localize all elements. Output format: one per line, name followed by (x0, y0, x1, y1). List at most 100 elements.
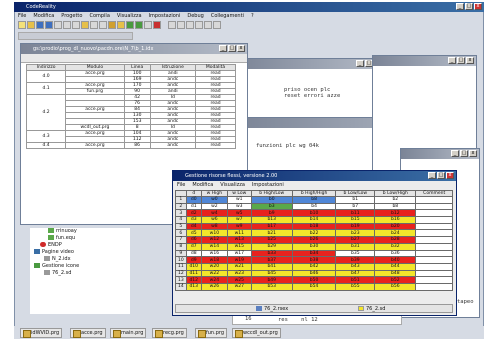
watch-icon[interactable] (195, 21, 203, 29)
grid-cell[interactable]: w25 (226, 276, 252, 284)
grid-row[interactable]: 6 d5 w10 w11 b21 b22 b23 b24 (175, 229, 453, 238)
grid-cell[interactable]: b27 (335, 236, 376, 244)
build-icon[interactable] (117, 21, 125, 29)
grid-cell[interactable]: d8 (185, 249, 202, 258)
grid-cell[interactable]: w7 (226, 216, 252, 224)
tools-icon[interactable] (213, 21, 221, 29)
grid-cell[interactable]: b54 (291, 282, 337, 291)
grid-cell[interactable]: b10 (291, 209, 337, 218)
grid-cell[interactable]: b47 (335, 269, 376, 278)
maximize-icon[interactable]: □ (437, 172, 445, 179)
grid-cell[interactable]: b8 (374, 202, 417, 211)
grid-cell[interactable] (415, 249, 453, 258)
grid-cell[interactable]: d10 (185, 262, 202, 271)
grid-cell[interactable]: b39 (335, 256, 376, 264)
minimize-icon[interactable]: _ (356, 60, 364, 67)
breakpoint-icon[interactable] (186, 21, 194, 29)
grid-cell[interactable]: b55 (335, 282, 376, 291)
grid-cell[interactable]: b49 (250, 276, 293, 284)
grid-cell[interactable]: w24 (200, 276, 228, 284)
menu-item[interactable]: Impostazioni (252, 182, 284, 188)
close-icon[interactable]: x (237, 45, 245, 52)
taskbar-file-button[interactable]: fun.prg (195, 328, 228, 338)
grid-cell[interactable]: d12 (185, 276, 202, 284)
grid-cell[interactable]: b21 (250, 229, 293, 238)
grid-cell[interactable]: b38 (291, 256, 337, 264)
grid-cell[interactable]: b20 (374, 222, 417, 231)
settings-icon[interactable] (144, 21, 152, 29)
grid-cell[interactable]: d0 (185, 196, 202, 204)
grid-cell[interactable]: d13 (185, 282, 202, 291)
menu-item[interactable]: Modifica (33, 13, 54, 19)
compile-icon[interactable] (108, 21, 116, 29)
menu-item[interactable]: ? (251, 13, 254, 19)
grid-cell[interactable]: b0 (250, 196, 293, 204)
grid-row[interactable]: 9 d8 w16 w17 b33 b34 b35 b36 (175, 249, 453, 258)
minimize-icon[interactable]: _ (448, 57, 456, 64)
grid-row[interactable]: 13 d12 w24 w25 b49 b50 b51 b52 (175, 276, 453, 284)
menu-item[interactable]: Modifica (192, 182, 213, 188)
grid-cell[interactable] (415, 242, 453, 251)
maximize-icon[interactable]: □ (460, 150, 468, 157)
grid-cell[interactable]: b46 (291, 269, 337, 278)
menu-item[interactable]: Visualizza (117, 13, 142, 19)
grid-cell[interactable] (415, 216, 453, 224)
grid-cell[interactable]: b9 (250, 209, 293, 218)
taskbar-file-button[interactable]: recg.prg (152, 328, 187, 338)
grid-cell[interactable]: b29 (250, 242, 293, 251)
grid-row[interactable]: 14 d13 w26 w27 b53 b54 b55 b56 (175, 282, 453, 291)
grid-cell[interactable]: w27 (226, 282, 252, 291)
grid-cell[interactable]: w2 (200, 202, 228, 211)
print-icon[interactable] (54, 21, 62, 29)
grid-cell[interactable]: b32 (374, 242, 417, 251)
new-file-icon[interactable] (18, 21, 26, 29)
taskbar-file-button[interactable]: acce.prg (70, 328, 106, 338)
grid-cell[interactable]: b33 (250, 249, 293, 258)
copy-icon[interactable] (72, 21, 80, 29)
maximize-icon[interactable]: □ (228, 45, 236, 52)
grid-cell[interactable]: b37 (250, 256, 293, 264)
grid-cell[interactable]: b24 (374, 229, 417, 238)
grid-cell[interactable] (415, 236, 453, 244)
cut-icon[interactable] (63, 21, 71, 29)
grid-cell[interactable]: b22 (291, 229, 337, 238)
grid-cell[interactable]: w17 (226, 249, 252, 258)
run-icon[interactable] (168, 21, 176, 29)
tree-item[interactable]: Pagine video (30, 249, 130, 256)
grid-cell[interactable]: b52 (374, 276, 417, 284)
taskbar-file-button[interactable]: wccdl_out.prg (232, 328, 281, 338)
grid-cell[interactable] (415, 276, 453, 284)
grid-cell[interactable]: b31 (335, 242, 376, 251)
grid-cell[interactable]: b15 (335, 216, 376, 224)
grid-cell[interactable]: b41 (250, 262, 293, 271)
grid-cell[interactable]: b48 (374, 269, 417, 278)
grid-row[interactable]: 5 d4 w8 w9 b17 b18 b19 b20 (175, 222, 453, 231)
monitor-icon[interactable] (135, 21, 143, 29)
grid-cell[interactable]: b1 (335, 196, 376, 204)
menu-item[interactable]: Visualizza (220, 182, 245, 188)
grid-cell[interactable]: d5 (185, 229, 202, 238)
grid-cell[interactable]: b30 (291, 242, 337, 251)
grid-cell[interactable]: b23 (335, 229, 376, 238)
grid-cell[interactable]: b4 (291, 202, 337, 211)
grid-row[interactable]: 11 d10 w20 w21 b41 b42 b43 b44 (175, 262, 453, 271)
tree-item[interactable]: ENDP (30, 242, 130, 249)
close-icon[interactable]: x (474, 3, 482, 10)
grid-cell[interactable]: w5 (226, 209, 252, 218)
minimize-icon[interactable]: _ (428, 172, 436, 179)
grid-cell[interactable]: b43 (335, 262, 376, 271)
tree-item[interactable]: fun.equ (30, 235, 130, 242)
grid-cell[interactable]: b8 (291, 196, 337, 204)
grid-cell[interactable]: b13 (250, 216, 293, 224)
grid-row[interactable]: 12 d11 w22 w23 b45 b46 b47 b48 (175, 269, 453, 278)
grid-cell[interactable]: b34 (291, 249, 337, 258)
grid-cell[interactable]: w21 (226, 262, 252, 271)
grid-row[interactable]: 1 d0 w0 w1 b0 b8 b1 b2 (175, 196, 453, 204)
stop-icon[interactable] (204, 21, 212, 29)
find-icon[interactable] (99, 21, 107, 29)
grid-cell[interactable]: d1 (185, 202, 202, 211)
grid-cell[interactable] (415, 222, 453, 231)
menu-item[interactable]: File (177, 182, 185, 188)
tree-item[interactable]: N_2.idx (30, 256, 130, 263)
minimize-icon[interactable]: _ (456, 3, 464, 10)
